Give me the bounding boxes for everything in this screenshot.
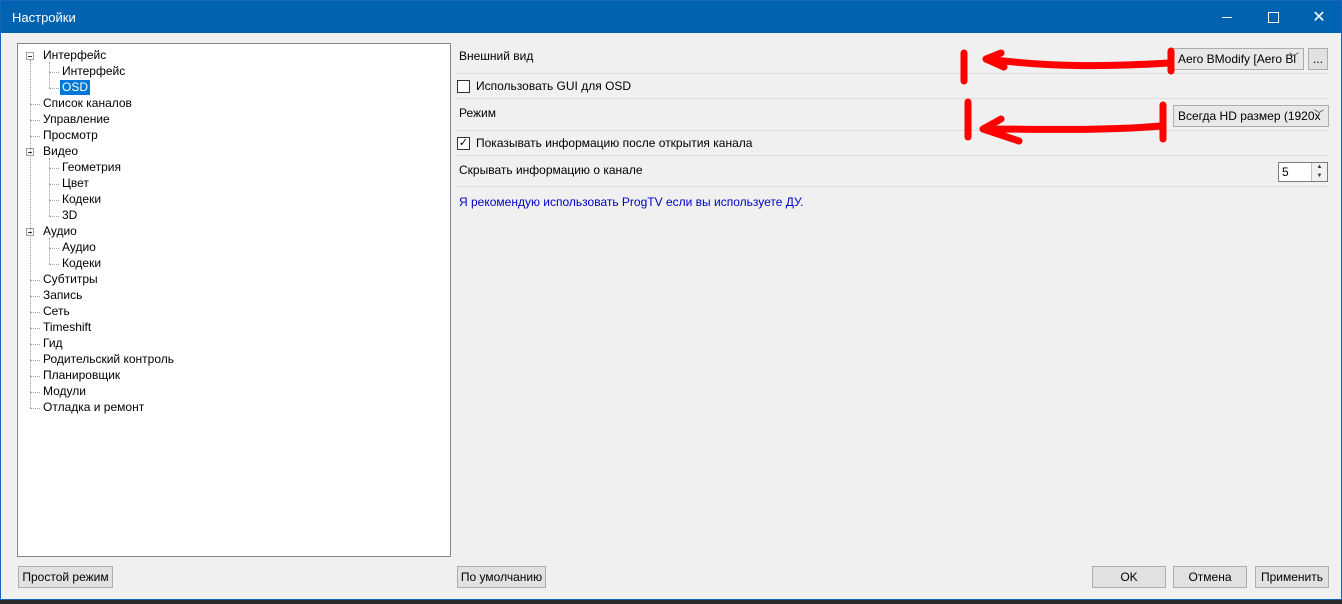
chevron-down-icon: ﹀ bbox=[1289, 53, 1299, 64]
annotation-arrow-2 bbox=[979, 101, 1167, 145]
tree-connector bbox=[30, 360, 40, 361]
hide-info-spinner[interactable]: 5 ▲ ▼ bbox=[1278, 162, 1328, 182]
mode-combo-value: Всегда HD размер (1920x bbox=[1178, 109, 1321, 123]
tree-item[interactable]: Гид bbox=[41, 336, 65, 351]
divider bbox=[457, 98, 1329, 99]
tree-connector bbox=[30, 296, 40, 297]
tree-connector bbox=[30, 60, 31, 408]
appearance-browse-button[interactable]: ... bbox=[1308, 48, 1328, 70]
tree-connector bbox=[30, 280, 40, 281]
tree-connector bbox=[49, 72, 59, 73]
show-info-label: Показывать информацию после открытия кан… bbox=[476, 136, 753, 150]
apply-button[interactable]: Применить bbox=[1255, 566, 1329, 588]
settings-window: Настройки ✕ Интерфейс Интерфейс OSD Список … bbox=[0, 0, 1342, 600]
tree-item[interactable]: Цвет bbox=[60, 176, 91, 191]
tree-item[interactable]: Родительский контроль bbox=[41, 352, 176, 367]
tree-connector bbox=[30, 328, 40, 329]
tree-item[interactable]: Просмотр bbox=[41, 128, 100, 143]
tree-connector bbox=[49, 238, 50, 264]
simple-mode-button[interactable]: Простой режим bbox=[18, 566, 113, 588]
recommend-text: Я рекомендую использовать ProgTV если вы… bbox=[459, 195, 804, 209]
tree-connector bbox=[30, 136, 40, 137]
tree-item[interactable]: Запись bbox=[41, 288, 84, 303]
appearance-combo[interactable]: Aero BModify [Aero Bl ﹀ bbox=[1173, 48, 1304, 70]
close-button[interactable]: ✕ bbox=[1296, 1, 1342, 33]
tree-item[interactable]: Аудио bbox=[41, 224, 79, 239]
tree-item[interactable]: Модули bbox=[41, 384, 88, 399]
ok-button[interactable]: OK bbox=[1092, 566, 1166, 588]
tree-connector bbox=[49, 62, 50, 88]
mode-combo[interactable]: Всегда HD размер (1920x ﹀ bbox=[1173, 105, 1329, 127]
tree-connector bbox=[30, 104, 40, 105]
divider bbox=[457, 130, 1329, 131]
window-title: Настройки bbox=[12, 10, 76, 25]
hide-info-label: Скрывать информацию о канале bbox=[459, 163, 643, 177]
tree-item[interactable]: Сеть bbox=[41, 304, 72, 319]
tree-item[interactable]: Видео bbox=[41, 144, 80, 159]
checkmark-icon: ✓ bbox=[458, 137, 469, 149]
tree-connector bbox=[30, 408, 40, 409]
appearance-label: Внешний вид bbox=[459, 49, 534, 63]
minimize-button[interactable] bbox=[1204, 1, 1250, 33]
divider bbox=[457, 186, 1329, 187]
tree-item[interactable]: Аудио bbox=[60, 240, 98, 255]
tree-connector bbox=[30, 120, 40, 121]
tree-item[interactable]: Управление bbox=[41, 112, 112, 127]
tree-item[interactable]: Планировщик bbox=[41, 368, 122, 383]
cancel-button[interactable]: Отмена bbox=[1173, 566, 1247, 588]
tree-collapse-icon[interactable] bbox=[26, 52, 34, 60]
tree-connector bbox=[49, 184, 59, 185]
tree-item[interactable]: OSD bbox=[60, 80, 91, 95]
use-gui-checkbox[interactable] bbox=[457, 80, 470, 93]
tree-item[interactable]: Интерфейс bbox=[60, 64, 127, 79]
tree-connector bbox=[30, 392, 40, 393]
hide-info-value: 5 bbox=[1282, 165, 1289, 179]
show-info-checkbox[interactable]: ✓ bbox=[457, 137, 470, 150]
tree-connector bbox=[49, 88, 59, 89]
tree-connector bbox=[49, 158, 50, 216]
tree-item[interactable]: Кодеки bbox=[60, 192, 103, 207]
divider bbox=[457, 155, 1329, 156]
tree-connector bbox=[30, 376, 40, 377]
tree-item[interactable]: Timeshift bbox=[41, 320, 93, 335]
settings-tree[interactable]: Интерфейс Интерфейс OSD Список каналов Управ… bbox=[17, 43, 451, 557]
tree-item[interactable]: Геометрия bbox=[60, 160, 123, 175]
defaults-button[interactable]: По умолчанию bbox=[457, 566, 546, 588]
tree-item[interactable]: Интерфейс bbox=[41, 48, 108, 63]
title-bar: Настройки ✕ bbox=[1, 1, 1341, 33]
tree-item[interactable]: Кодеки bbox=[60, 256, 103, 271]
tree-item[interactable]: Список каналов bbox=[41, 96, 134, 111]
tree-connector bbox=[49, 248, 59, 249]
tree-connector bbox=[30, 344, 40, 345]
tree-connector bbox=[49, 216, 59, 217]
spin-down-icon[interactable]: ▼ bbox=[1311, 172, 1327, 181]
chevron-down-icon: ﹀ bbox=[1314, 110, 1324, 121]
tree-item[interactable]: 3D bbox=[60, 208, 79, 223]
mode-label: Режим bbox=[459, 106, 496, 120]
maximize-button[interactable] bbox=[1250, 1, 1296, 33]
appearance-combo-value: Aero BModify [Aero Bl bbox=[1178, 52, 1297, 66]
tree-connector bbox=[49, 264, 59, 265]
divider bbox=[457, 73, 1329, 74]
tree-connector bbox=[49, 168, 59, 169]
tree-item[interactable]: Субтитры bbox=[41, 272, 100, 287]
use-gui-label: Использовать GUI для OSD bbox=[476, 79, 632, 93]
tree-item[interactable]: Отладка и ремонт bbox=[41, 400, 146, 415]
tree-connector bbox=[49, 200, 59, 201]
annotation-arrow-1 bbox=[982, 47, 1175, 75]
tree-connector bbox=[30, 312, 40, 313]
